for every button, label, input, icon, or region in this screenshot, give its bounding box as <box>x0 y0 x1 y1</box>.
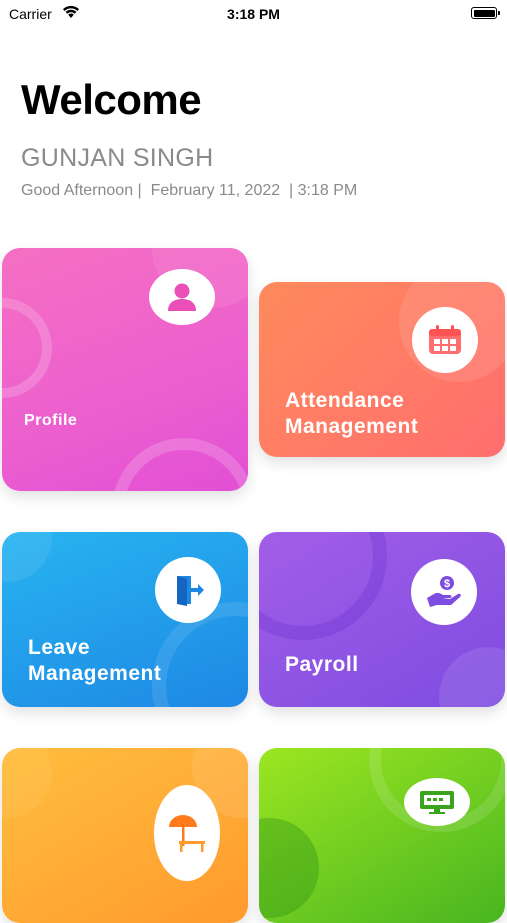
status-bar: Carrier 3:18 PM <box>0 0 507 30</box>
svg-text:$: $ <box>444 578 450 590</box>
monitor-icon <box>404 778 470 826</box>
greeting-datetime: Good Afternoon | February 11, 2022 | 3:1… <box>21 182 358 199</box>
page-title: Welcome <box>21 76 202 123</box>
leave-management-label: Leave Management <box>28 635 161 687</box>
attendance-management-label: Attendance Management <box>285 388 418 440</box>
user-name: GUNJAN SINGH <box>21 144 214 172</box>
exit-door-icon <box>155 557 221 623</box>
payroll-tile[interactable]: $ Payroll <box>259 532 505 707</box>
holiday-tile[interactable] <box>2 748 248 923</box>
status-time: 3:18 PM <box>227 6 280 22</box>
green-tile[interactable] <box>259 748 505 923</box>
beach-chair-umbrella-icon <box>154 785 220 881</box>
profile-label: Profile <box>24 412 78 429</box>
payroll-label: Payroll <box>285 653 359 676</box>
battery-icon <box>471 7 500 19</box>
user-icon <box>149 269 215 325</box>
hand-dollar-icon: $ <box>411 559 477 625</box>
leave-label-line1: Leave <box>28 636 91 659</box>
attendance-label-line2: Management <box>285 415 419 438</box>
calendar-icon <box>412 307 478 373</box>
leave-management-tile[interactable]: Leave Management <box>2 532 248 707</box>
attendance-label-line1: Attendance <box>285 389 405 412</box>
attendance-management-tile[interactable]: Attendance Management <box>259 282 505 457</box>
profile-tile[interactable]: Profile <box>2 248 248 491</box>
leave-label-line2: Management <box>28 662 162 685</box>
